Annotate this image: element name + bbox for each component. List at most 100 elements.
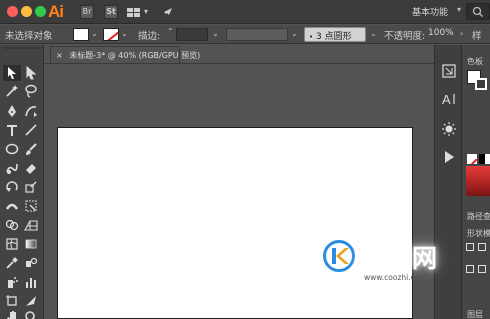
lasso-tool[interactable] — [22, 83, 40, 99]
workspace-chevron-icon[interactable]: ▾ — [457, 5, 461, 14]
sun-icon — [442, 122, 456, 136]
shape-builder-icon — [5, 219, 19, 231]
document-tab-title: 未标题-3* @ 40% (RGB/GPU 预览) — [69, 51, 201, 60]
paintbrush-icon — [26, 143, 37, 155]
type-tool[interactable] — [3, 122, 21, 138]
selection-tool[interactable] — [3, 65, 21, 81]
appearance-panel-button[interactable] — [441, 121, 457, 137]
pen-tool-icon — [8, 105, 16, 117]
stroke-chevron-icon[interactable]: ⌄ — [121, 29, 128, 38]
arrange-documents-button[interactable] — [126, 5, 142, 19]
artboard-tool[interactable] — [3, 293, 21, 309]
watermark-logo-icon — [323, 240, 355, 272]
column-graph-tool[interactable] — [22, 274, 40, 290]
shape-modes-label: 形状模 — [467, 229, 490, 238]
mesh-tool[interactable] — [3, 236, 21, 252]
symbol-sprayer-tool[interactable] — [3, 274, 21, 290]
magic-wand-tool[interactable] — [3, 83, 21, 99]
minus-front-shape-button[interactable] — [478, 243, 486, 251]
eraser-tool[interactable] — [22, 160, 40, 176]
style-label[interactable]: 样 — [472, 28, 482, 42]
brush-definition-value: 3 点圆形 — [316, 32, 352, 42]
character-icon: A — [442, 92, 455, 107]
blend-tool-icon — [26, 257, 38, 267]
document-tab[interactable]: × 未标题-3* @ 40% (RGB/GPU 预览) — [50, 46, 200, 63]
character-panel-button[interactable]: A — [441, 91, 457, 107]
color-spectrum[interactable] — [466, 166, 490, 196]
line-tool-icon — [25, 124, 37, 136]
perspective-grid-tool[interactable] — [22, 217, 40, 233]
close-tab-icon[interactable]: × — [56, 51, 63, 60]
properties-panel-button[interactable] — [441, 63, 457, 79]
ellipse-tool-icon — [5, 143, 19, 155]
slice-tool[interactable] — [22, 293, 40, 309]
stroke-stepper-icon[interactable]: ⌃ — [167, 27, 174, 36]
width-tool[interactable] — [3, 198, 21, 214]
fill-color-swatch[interactable] — [73, 28, 89, 41]
ellipse-tool[interactable] — [3, 141, 21, 157]
profile-chevron-icon[interactable]: ⌄ — [291, 29, 298, 38]
stroke-weight-input[interactable] — [176, 28, 208, 41]
shaper-tool[interactable] — [3, 160, 21, 176]
rotate-tool[interactable] — [3, 179, 21, 195]
gradient-tool[interactable] — [22, 236, 40, 252]
artboard[interactable] — [57, 127, 413, 319]
swatches-panel-label[interactable]: 色板 — [467, 56, 483, 67]
blend-tool[interactable] — [22, 255, 40, 271]
eyedropper-tool[interactable] — [3, 255, 21, 271]
slice-tool-icon — [26, 296, 36, 306]
panel-grip-icon — [4, 47, 40, 49]
gpu-performance-button[interactable] — [160, 5, 176, 19]
stroke-weight-chevron-icon[interactable]: ⌄ — [212, 29, 219, 38]
minimize-window-button[interactable] — [21, 6, 32, 17]
lasso-icon — [25, 84, 37, 98]
brush-definition-dropdown[interactable]: • 3 点圆形 — [304, 27, 366, 42]
opacity-input[interactable]: 100% — [428, 28, 456, 41]
mesh-tool-icon — [6, 238, 18, 250]
free-transform-tool[interactable] — [22, 198, 40, 214]
paintbrush-tool[interactable] — [22, 141, 40, 157]
stroke-color-swatch[interactable] — [103, 28, 119, 41]
bridge-button[interactable]: Br — [80, 5, 94, 19]
direct-selection-tool[interactable] — [22, 65, 40, 81]
pen-tool[interactable] — [3, 103, 21, 119]
search-field[interactable] — [466, 3, 490, 20]
eyedropper-icon — [6, 257, 18, 269]
watermark-url: www.coozhi.com — [364, 273, 427, 282]
tools-panel — [0, 45, 44, 319]
shape-builder-tool[interactable] — [3, 217, 21, 233]
properties-icon — [442, 64, 456, 78]
curvature-tool[interactable] — [22, 103, 40, 119]
zoom-tool[interactable] — [22, 309, 40, 319]
line-tool[interactable] — [22, 122, 40, 138]
play-icon — [445, 151, 454, 163]
brush-dot-icon: • — [309, 33, 314, 41]
hand-tool[interactable] — [3, 309, 21, 319]
selection-tool-icon — [8, 67, 16, 79]
search-icon — [472, 6, 483, 17]
layers-panel-label[interactable]: 图层 — [467, 309, 483, 319]
variable-width-profile[interactable] — [226, 28, 288, 41]
brush-chevron-icon[interactable]: ⌄ — [370, 29, 377, 38]
svg-text:A: A — [442, 92, 451, 107]
zoom-window-button[interactable] — [35, 6, 46, 17]
stock-button[interactable]: St — [104, 5, 118, 19]
pathfinder-panel-label[interactable]: 路径查 — [467, 211, 490, 222]
opacity-chevron-icon[interactable]: › — [460, 29, 463, 38]
close-window-button[interactable] — [7, 6, 18, 17]
stroke-swatch[interactable] — [475, 78, 487, 90]
scale-tool[interactable] — [22, 179, 40, 195]
arrange-chevron-icon[interactable]: ▾ — [144, 7, 148, 16]
fill-chevron-icon[interactable]: ⌄ — [91, 29, 98, 38]
white-swatch[interactable] — [485, 154, 490, 164]
app-logo: Ai — [48, 2, 64, 21]
actions-panel-button[interactable] — [441, 149, 457, 165]
trim-shape-button[interactable] — [478, 265, 486, 273]
none-swatch[interactable] — [467, 154, 477, 164]
workspace-switcher-label[interactable]: 基本功能 — [412, 5, 448, 18]
rocket-icon — [162, 8, 172, 18]
selection-status-text: 未选择对象 — [5, 31, 53, 42]
opacity-label[interactable]: 不透明度: — [384, 28, 425, 42]
watermark-brand: 酷知网 — [360, 244, 439, 273]
symbol-sprayer-icon — [8, 277, 18, 288]
